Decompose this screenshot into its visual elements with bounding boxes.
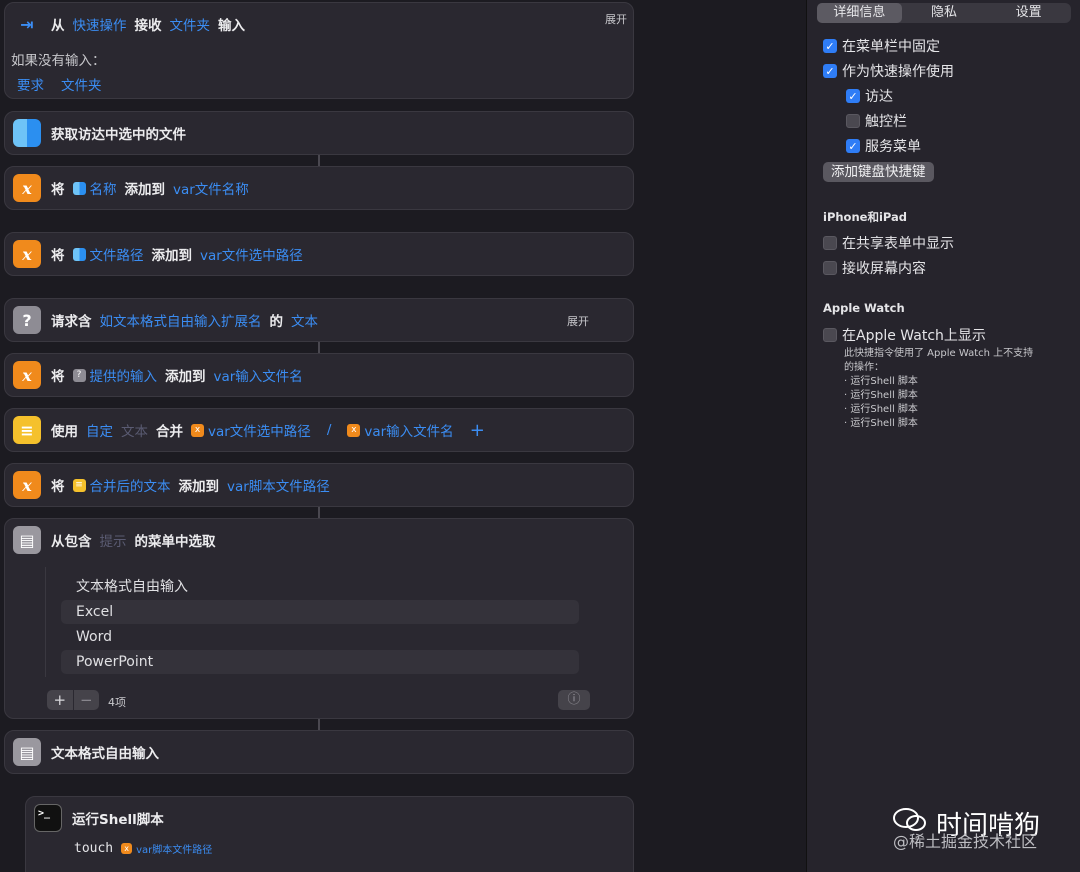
path-token[interactable]: 文件路径 (90, 244, 144, 264)
variable-mini-icon: x (347, 423, 361, 437)
checkmark-icon: ✓ (823, 64, 837, 78)
menu-items-body: 文本格式自由输入 Excel Word PowerPoint (61, 575, 581, 685)
choose-from-menu-action[interactable]: ▤ 从包含 提示 的菜单中选取 文本格式自由输入 Excel Word Powe… (4, 518, 634, 719)
provided-input-token[interactable]: 提供的输入 (90, 365, 158, 385)
add-to-variable-action[interactable]: x 将 文件路径 添加到 var文件选中路径 (4, 232, 634, 276)
connector (318, 719, 320, 730)
watermark-subtitle: @稀土掘金技术社区 (893, 832, 1038, 851)
custom-token[interactable]: 自定 (86, 420, 113, 440)
variable-token[interactable]: var文件选中路径 (200, 244, 303, 264)
watch-section-title: Apple Watch (823, 301, 905, 315)
add-remove-control: + − (47, 690, 99, 710)
details-panel: 详细信息 隐私 设置 ✓ 在菜单栏中固定 ✓ 作为快速操作使用 ✓ 访达 触控栏 ✓ 服… (806, 0, 1080, 872)
connector (318, 155, 320, 166)
connector (318, 342, 320, 353)
folder-token[interactable]: 文件夹 (170, 14, 211, 34)
variable-token[interactable]: var脚本文件路径 (227, 475, 330, 495)
no-input-label: 如果没有输入： (11, 53, 106, 69)
menu-icon: ▤ (13, 738, 41, 766)
combined-text-token[interactable]: 合并后的文本 (90, 475, 171, 495)
remove-item-button[interactable]: − (74, 690, 100, 710)
menu-item[interactable]: PowerPoint (61, 650, 579, 674)
watch-note: 此快捷指令使用了 Apple Watch 上不支持 的操作： · 运行Shell… (844, 348, 1034, 429)
finder-mini-icon (72, 181, 86, 195)
receive-screen-checkbox[interactable]: 接收屏幕内容 (823, 258, 926, 278)
tab-privacy[interactable]: 隐私 (902, 3, 987, 23)
add-item-button[interactable]: + (470, 420, 485, 441)
variable-token[interactable]: var脚本文件路径 (136, 841, 212, 856)
require-option[interactable]: 要求 (17, 74, 44, 94)
finder-mini-icon (72, 247, 86, 261)
variable-icon: x (13, 361, 41, 389)
terminal-icon: >_ (34, 804, 62, 832)
text-placeholder[interactable]: 文本 (121, 420, 148, 440)
combine-text-action[interactable]: ≡ 使用 自定 文本 合并 x var文件选中路径 / x var输入文件名 + (4, 408, 634, 452)
checkbox-empty-icon (846, 114, 860, 128)
variable-mini-icon: x (121, 843, 133, 854)
tab-details[interactable]: 详细信息 (817, 3, 902, 23)
checkbox-empty-icon (823, 261, 837, 275)
variable-icon: x (13, 240, 41, 268)
text-mini-icon: ≡ (72, 478, 86, 492)
question-icon: ? (13, 306, 41, 334)
checkmark-icon: ✓ (846, 139, 860, 153)
prompt-placeholder[interactable]: 提示 (100, 530, 127, 550)
menu-icon: ▤ (13, 526, 41, 554)
get-finder-selection-action[interactable]: 获取访达中选中的文件 (4, 111, 634, 155)
tab-settings[interactable]: 设置 (986, 3, 1071, 23)
menu-case-action[interactable]: ▤ 文本格式自由输入 (4, 730, 634, 774)
variable-token[interactable]: var输入文件名 (364, 420, 453, 440)
iphone-section-title: iPhone和iPad (823, 210, 907, 224)
connector (318, 507, 320, 518)
folder-option[interactable]: 文件夹 (61, 74, 102, 94)
panel-tabs: 详细信息 隐私 设置 (817, 3, 1071, 23)
question-mini-icon: ? (72, 368, 86, 382)
add-keyboard-shortcut-button[interactable]: 添加键盘快捷键 (823, 162, 934, 182)
menu-item[interactable]: Word (61, 625, 579, 649)
variable-token[interactable]: var输入文件名 (214, 365, 303, 385)
menu-item[interactable]: 文本格式自由输入 (61, 575, 579, 599)
menu-item[interactable]: Excel (61, 600, 579, 624)
script-command: touch (74, 841, 114, 856)
variable-icon: x (13, 471, 41, 499)
receive-icon: ⇥ (20, 14, 34, 34)
quick-action-checkbox[interactable]: ✓ 作为快速操作使用 (823, 61, 954, 81)
add-item-button[interactable]: + (47, 690, 74, 710)
info-button[interactable]: ⓘ (558, 690, 590, 710)
ask-for-input-action[interactable]: ? 请求含 如文本格式自由输入扩展名 的 文本 展开 (4, 298, 634, 342)
item-count: 4项 (108, 696, 126, 709)
text-list-icon: ≡ (13, 416, 41, 444)
touchbar-checkbox[interactable]: 触控栏 (846, 111, 907, 131)
script-editor[interactable]: touch x var脚本文件路径 (74, 841, 212, 856)
finder-icon (13, 119, 41, 147)
checkbox-empty-icon (823, 236, 837, 250)
expand-button[interactable]: 展开 (567, 313, 589, 329)
checkmark-icon: ✓ (846, 89, 860, 103)
variable-token[interactable]: var文件选中路径 (208, 420, 311, 440)
shortcut-editor: ⇥ 从 快速操作 接收 文件夹 输入 展开 如果没有输入： 要求 文件夹 获取访… (0, 0, 806, 872)
variable-icon: x (13, 174, 41, 202)
text-token[interactable]: 文本 (291, 310, 318, 330)
run-shell-script-action[interactable]: >_ 运行Shell脚本 touch x var脚本文件路径 (25, 796, 634, 872)
add-to-variable-action[interactable]: x 将 ? 提供的输入 添加到 var输入文件名 (4, 353, 634, 397)
variable-mini-icon: x (191, 423, 204, 437)
prompt-token[interactable]: 如文本格式自由输入扩展名 (100, 310, 262, 330)
name-token[interactable]: 名称 (90, 178, 117, 198)
pin-menubar-checkbox[interactable]: ✓ 在菜单栏中固定 (823, 36, 940, 56)
variable-token[interactable]: var文件名称 (173, 178, 249, 198)
checkbox-empty-icon (823, 328, 837, 342)
checkmark-icon: ✓ (823, 39, 837, 53)
services-menu-checkbox[interactable]: ✓ 服务菜单 (846, 136, 921, 156)
quick-action-token[interactable]: 快速操作 (73, 14, 127, 34)
show-on-watch-checkbox[interactable]: 在Apple Watch上显示 (823, 325, 986, 345)
finder-checkbox[interactable]: ✓ 访达 (846, 86, 893, 106)
add-to-variable-action[interactable]: x 将 名称 添加到 var文件名称 (4, 166, 634, 210)
add-to-variable-action[interactable]: x 将 ≡ 合并后的文本 添加到 var脚本文件路径 (4, 463, 634, 507)
receive-input-action[interactable]: ⇥ 从 快速操作 接收 文件夹 输入 展开 如果没有输入： 要求 文件夹 (4, 2, 634, 99)
expand-button[interactable]: 展开 (605, 11, 627, 27)
share-sheet-checkbox[interactable]: 在共享表单中显示 (823, 233, 954, 253)
separator-token[interactable]: / (327, 422, 332, 438)
